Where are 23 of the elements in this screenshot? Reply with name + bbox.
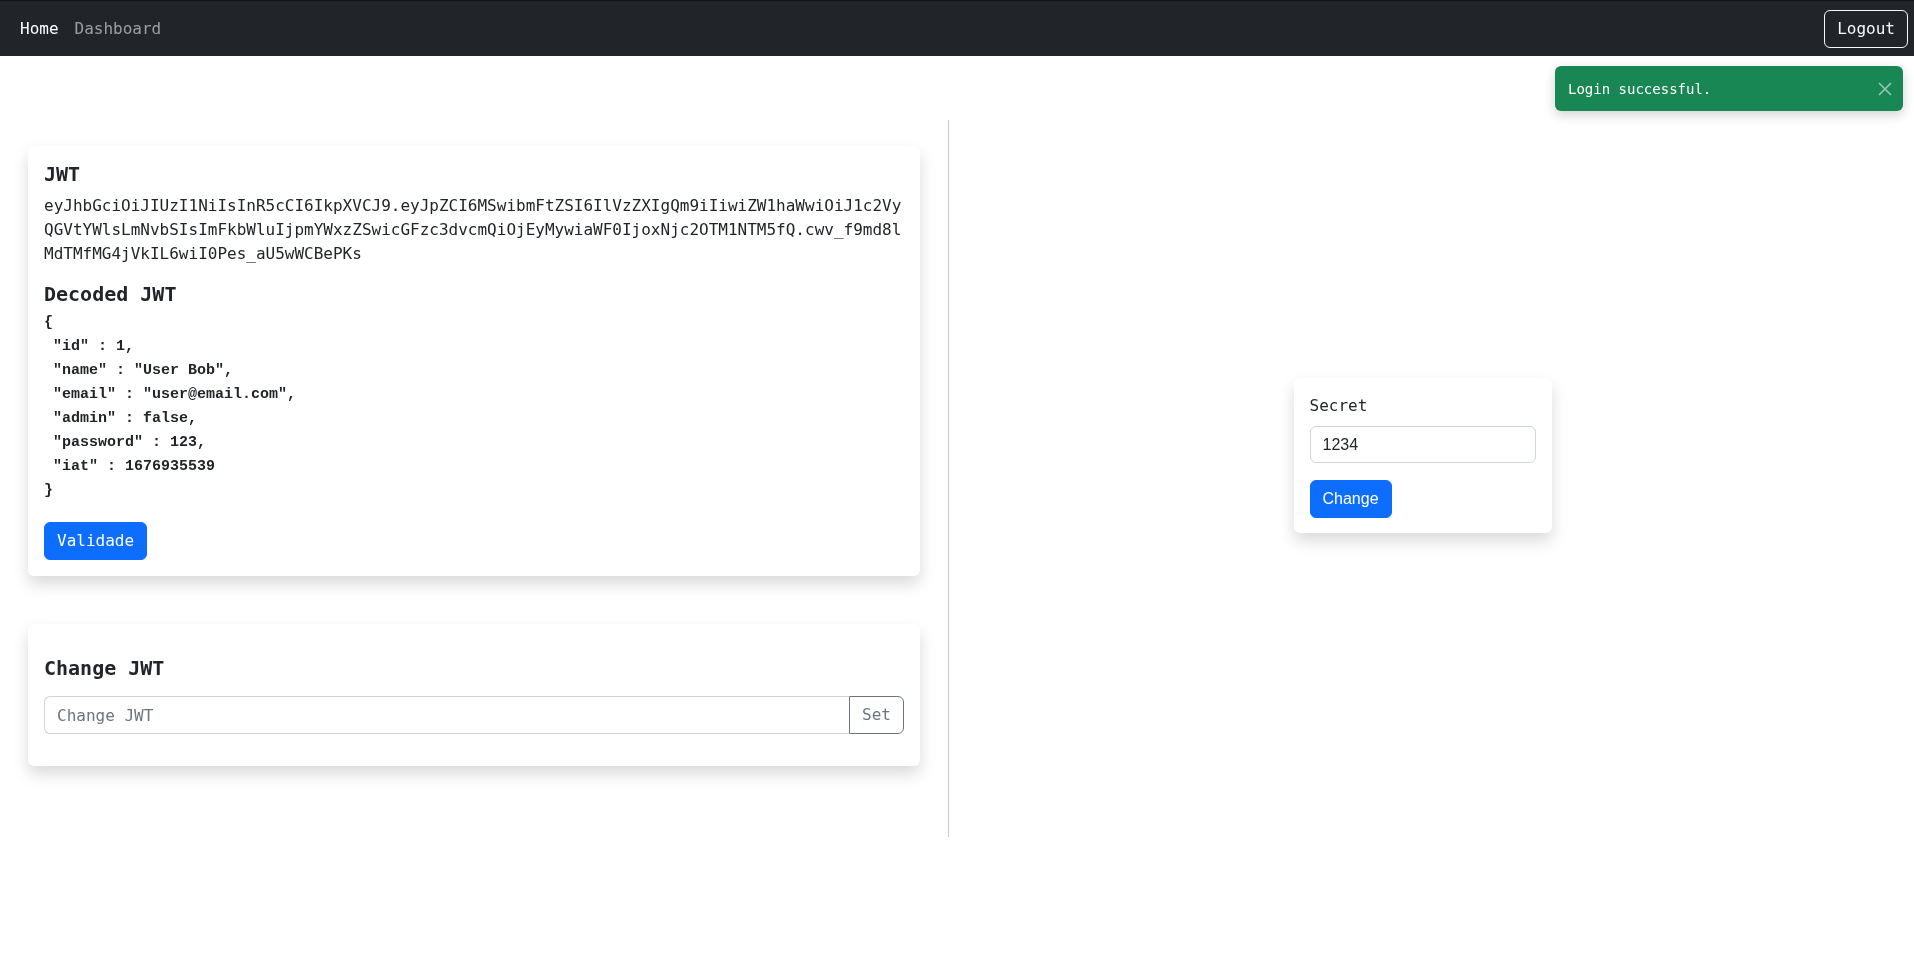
- card-title: JWT: [44, 162, 82, 186]
- json-line: "id" : 1,: [52, 337, 134, 357]
- logout-button[interactable]: Logout: [1824, 9, 1908, 48]
- json-line: }: [44, 481, 53, 501]
- validate-button[interactable]: Validade: [44, 522, 148, 560]
- json-line: "iat" : 1676935539: [52, 457, 216, 477]
- json-line: "name" : "User Bob",: [52, 361, 234, 381]
- toast-message: Login successful.: [1568, 79, 1712, 99]
- json-line: "admin" : false,: [52, 409, 198, 429]
- secret-label: Secret: [1309, 395, 1368, 417]
- json-line: "password" : 123,: [52, 433, 207, 453]
- nav-link[interactable]: Home: [12, 8, 67, 49]
- json-line: "email" : "user@email.com",: [52, 385, 297, 405]
- nav-link[interactable]: Dashboard: [66, 8, 170, 49]
- secret-input[interactable]: 1234: [1309, 426, 1536, 463]
- jwt-input[interactable]: Change JWT: [44, 696, 850, 734]
- card-title: Decoded JWT: [44, 282, 178, 306]
- change-button[interactable]: Change: [1309, 480, 1392, 518]
- close-icon[interactable]: [1878, 81, 1892, 96]
- set-button[interactable]: Set: [849, 696, 904, 734]
- json-line: {: [44, 313, 53, 333]
- jwt-token-text: eyJhbGciOiJIUzI1NiIsInR5cCI6IkpXVCJ9.eyJpZCI6MSwibmFtZSI6IlVzZXIgQm9iIiwiZW1haWwiOiJ1c2VyQGVtYWlsLmNvbSIsImFkbWluIjpmYWxzZSwicGFzc3dvcmQiOjEyMywiaWF0IjoxNjc2OTM1NTM5fQ.cwv_f9md8lMdTMfMG4jVkIL6wiI0Pes_aU5wWCBePKs: [44, 195, 903, 265]
- card-title: Change JWT: [44, 656, 166, 680]
